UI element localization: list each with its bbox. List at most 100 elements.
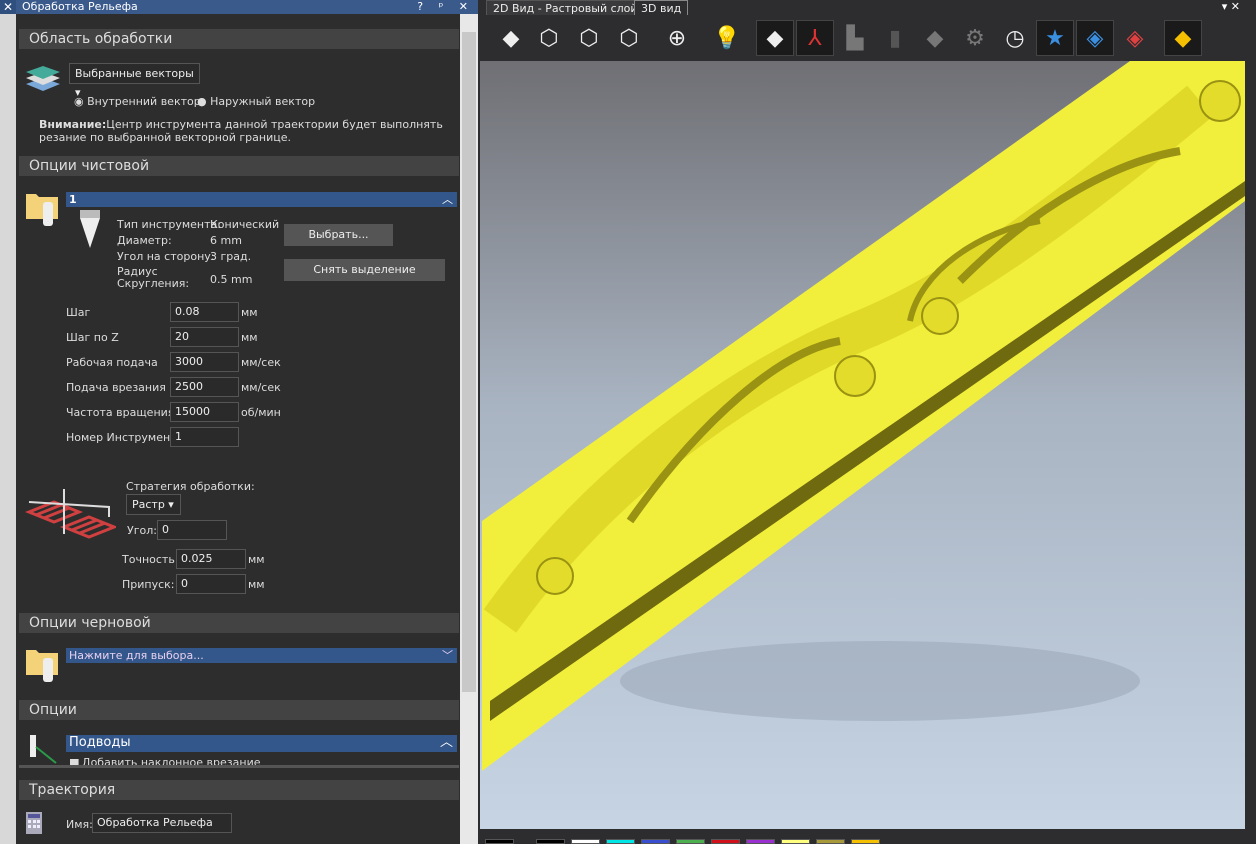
palette-swatch[interactable]	[606, 839, 635, 844]
accuracy-input[interactable]: 0.025	[176, 549, 246, 569]
radio-outer[interactable]: ● Наружный вектор	[197, 95, 315, 108]
zoom-icon[interactable]: ⊕	[658, 20, 696, 56]
param-input[interactable]: 1	[170, 427, 239, 447]
leadins-label: Подводы	[69, 735, 131, 750]
panel-title: Обработка Рельефа	[22, 0, 138, 13]
chevron-down-icon[interactable]: ﹀	[442, 648, 453, 663]
light-icon[interactable]: 💡	[708, 20, 746, 56]
leadins-header[interactable]: Подводы ︿	[66, 735, 457, 752]
panel-controls[interactable]: ? ᵖ ✕	[417, 0, 474, 13]
color-palette	[480, 829, 1256, 844]
view-toolbar: ◆ ⬡ ⬡ ⬡ ⊕ 💡 ◆ ⅄ ▙ ▮ ◆ ⚙ ◷ ★ ◈ ◈ ◆	[480, 15, 1256, 61]
3d-viewport[interactable]	[480, 61, 1245, 829]
strategy-value: Растр	[132, 498, 165, 511]
param-unit: мм	[241, 306, 258, 319]
tab-menu-close[interactable]: ▾ ✕	[1222, 0, 1240, 13]
panel-scrollbar[interactable]	[460, 14, 478, 844]
param-label: Номер Инструмента	[66, 431, 184, 444]
divider	[19, 765, 459, 768]
axes-icon[interactable]: ⅄	[796, 20, 834, 56]
tab-3d-view[interactable]: 3D вид	[634, 0, 689, 15]
palette-swatch[interactable]	[571, 839, 600, 844]
palette-swatch[interactable]	[485, 839, 514, 844]
tool-info-value: 0.5 mm	[210, 273, 253, 286]
param-unit: мм/сек	[241, 381, 281, 394]
param-input[interactable]: 2500	[170, 377, 239, 397]
toolpath-name-input[interactable]: Обработка Рельефа	[92, 813, 232, 833]
palette-swatch[interactable]	[851, 839, 880, 844]
allowance-label: Припуск:	[122, 578, 175, 591]
tool-info-label: Тип инструмента:	[117, 218, 221, 231]
allowance-unit: мм	[248, 578, 265, 591]
param-label: Шаг по Z	[66, 331, 119, 344]
tool-info-label: Диаметр:	[117, 234, 172, 247]
section-toolpath[interactable]: Траектория	[19, 780, 459, 800]
component-icon[interactable]: ▙	[836, 20, 874, 56]
iso-view-icon[interactable]: ◆	[492, 20, 530, 56]
param-input[interactable]: 20	[170, 327, 239, 347]
rough-tool-folder-icon[interactable]	[26, 648, 58, 682]
toolpath-name-label: Имя:	[66, 818, 93, 831]
param-label: Шаг	[66, 306, 91, 319]
palette-swatch[interactable]	[816, 839, 845, 844]
accuracy-unit: мм	[248, 553, 265, 566]
layers-blue-icon[interactable]: ◈	[1076, 20, 1114, 56]
palette-swatch[interactable]	[711, 839, 740, 844]
chevron-up-icon[interactable]: ︿	[440, 735, 453, 750]
tool-info-label: Радиус Скругления:	[117, 265, 190, 290]
tab-2d-view[interactable]: 2D Вид - Растровый слой	[486, 0, 645, 15]
palette-swatch[interactable]	[536, 839, 565, 844]
radio-outer-label: Наружный вектор	[210, 95, 316, 108]
star-icon[interactable]: ★	[1036, 20, 1074, 56]
section-rough[interactable]: Опции черновой	[19, 613, 459, 633]
allowance-input[interactable]: 0	[176, 574, 246, 594]
tool-info-value: 3 град.	[210, 250, 252, 263]
rough-tool-placeholder: Нажмите для выбора...	[69, 649, 204, 662]
warning-bold: Внимание:	[39, 118, 107, 131]
rough-tool-selector[interactable]: Нажмите для выбора... ﹀	[66, 648, 457, 663]
conical-tool-icon	[78, 210, 102, 253]
scrollbar-thumb[interactable]	[462, 32, 476, 692]
palette-swatch[interactable]	[781, 839, 810, 844]
param-label: Частота вращения	[66, 406, 175, 419]
section-area[interactable]: Область обработки	[19, 29, 459, 49]
angle-input[interactable]: 0	[157, 520, 227, 540]
dropdown-value: Выбранные векторы	[75, 67, 194, 80]
palette-swatch[interactable]	[676, 839, 705, 844]
section-options[interactable]: Опции	[19, 700, 459, 720]
palette-swatch[interactable]	[746, 839, 775, 844]
param-input[interactable]: 15000	[170, 402, 239, 422]
strategy-dropdown[interactable]: Растр ▾	[126, 494, 181, 515]
clock-icon[interactable]: ◷	[996, 20, 1034, 56]
deselect-tool-button[interactable]: Снять выделение	[284, 259, 445, 281]
tool-folder-icon[interactable]	[26, 192, 58, 226]
area-selection-dropdown[interactable]: Выбранные векторы ▾	[69, 63, 200, 99]
param-input[interactable]: 0.08	[170, 302, 239, 322]
chevron-up-icon[interactable]: ︿	[442, 192, 453, 207]
relief-model	[482, 61, 1245, 771]
param-input[interactable]: 3000	[170, 352, 239, 372]
palette-swatch[interactable]	[641, 839, 670, 844]
view-tabs: 2D Вид - Растровый слой 3D вид ▾ ✕	[480, 0, 1256, 15]
top-view-icon[interactable]: ⬡	[530, 20, 568, 56]
radio-inner[interactable]: ◉ Внутренний вектор	[74, 95, 201, 108]
front-view-icon[interactable]: ⬡	[570, 20, 608, 56]
finish-tool-header[interactable]: 1 ︿	[66, 192, 457, 207]
calculator-icon	[26, 812, 42, 837]
cylinder-icon[interactable]: ▮	[876, 20, 914, 56]
param-label: Рабочая подача	[66, 356, 158, 369]
select-tool-button[interactable]: Выбрать...	[284, 224, 393, 246]
machine-icon[interactable]: ⚙	[956, 20, 994, 56]
layers-red-icon[interactable]: ◈	[1116, 20, 1154, 56]
close-icon[interactable]: ✕	[0, 0, 16, 14]
section-finish[interactable]: Опции чистовой	[19, 156, 459, 176]
block-icon[interactable]: ◆	[916, 20, 954, 56]
panel-title-bar: Обработка Рельефа ? ᵖ ✕	[16, 0, 478, 14]
gold-icon[interactable]: ◆	[1164, 20, 1202, 56]
ramp-checkbox[interactable]: ▆ Добавить наклонное врезание	[70, 756, 450, 765]
vector-layers-icon	[24, 64, 62, 94]
side-view-icon[interactable]: ⬡	[610, 20, 648, 56]
tool-info-value: Конический	[210, 218, 280, 231]
side-dock-strip: ✕	[0, 0, 16, 844]
material-icon[interactable]: ◆	[756, 20, 794, 56]
